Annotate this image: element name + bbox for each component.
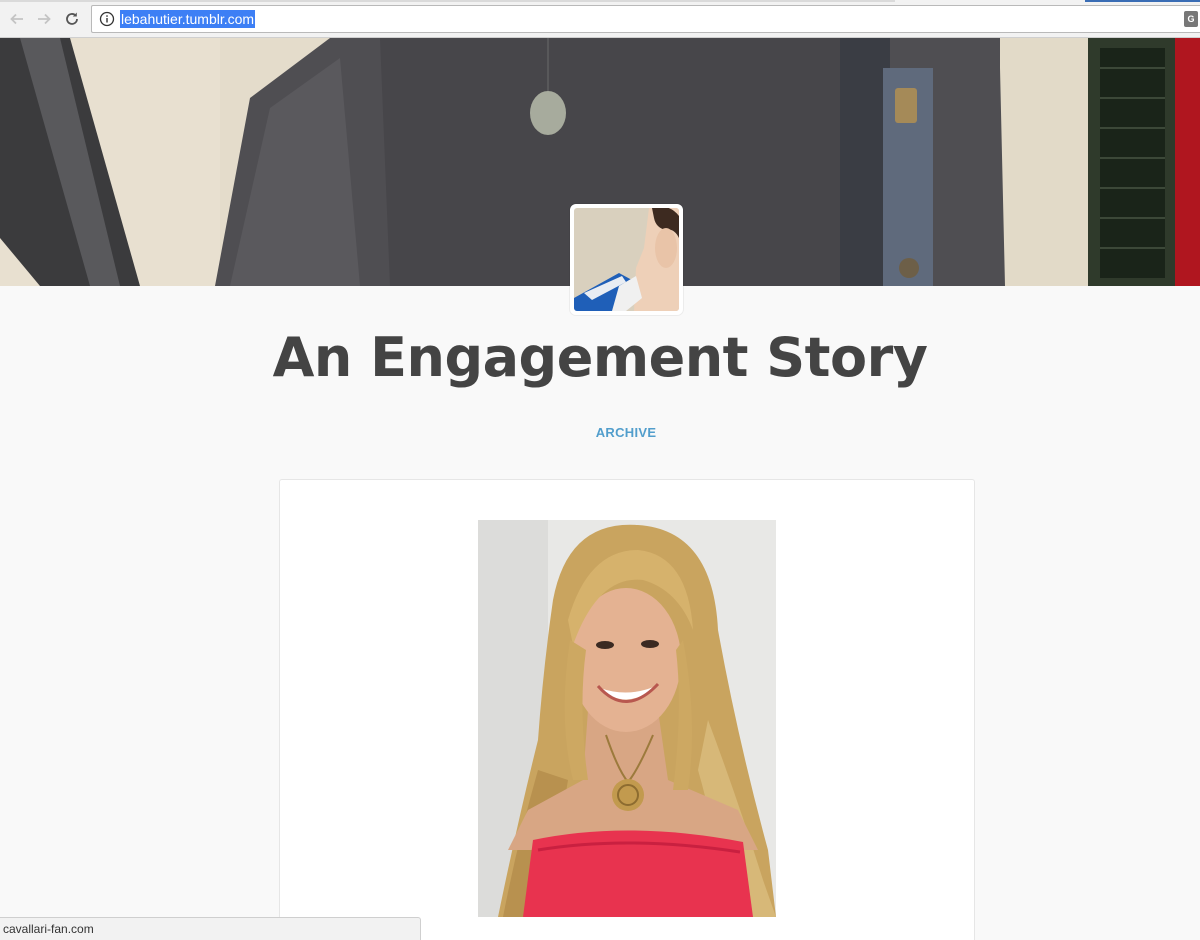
archive-link[interactable]: ARCHIVE	[0, 425, 1200, 440]
back-icon[interactable]	[6, 8, 28, 30]
reload-icon[interactable]	[61, 8, 83, 30]
tab-strip-edge	[0, 0, 895, 2]
blog-title[interactable]: An Engagement Story	[0, 326, 1200, 389]
post-photo[interactable]	[478, 520, 776, 917]
url-text[interactable]: lebahutier.tumblr.com	[120, 10, 256, 28]
address-bar[interactable]: lebahutier.tumblr.com G	[91, 5, 1200, 33]
post-card	[279, 479, 975, 940]
status-bubble: cavallari-fan.com	[0, 917, 421, 940]
info-icon[interactable]	[99, 11, 115, 27]
forward-icon[interactable]	[33, 8, 55, 30]
browser-toolbar: lebahutier.tumblr.com G	[0, 0, 1200, 38]
blog-avatar[interactable]	[570, 204, 683, 315]
translate-icon[interactable]: G	[1184, 11, 1198, 27]
tab-strip-edge-active	[1085, 0, 1200, 2]
